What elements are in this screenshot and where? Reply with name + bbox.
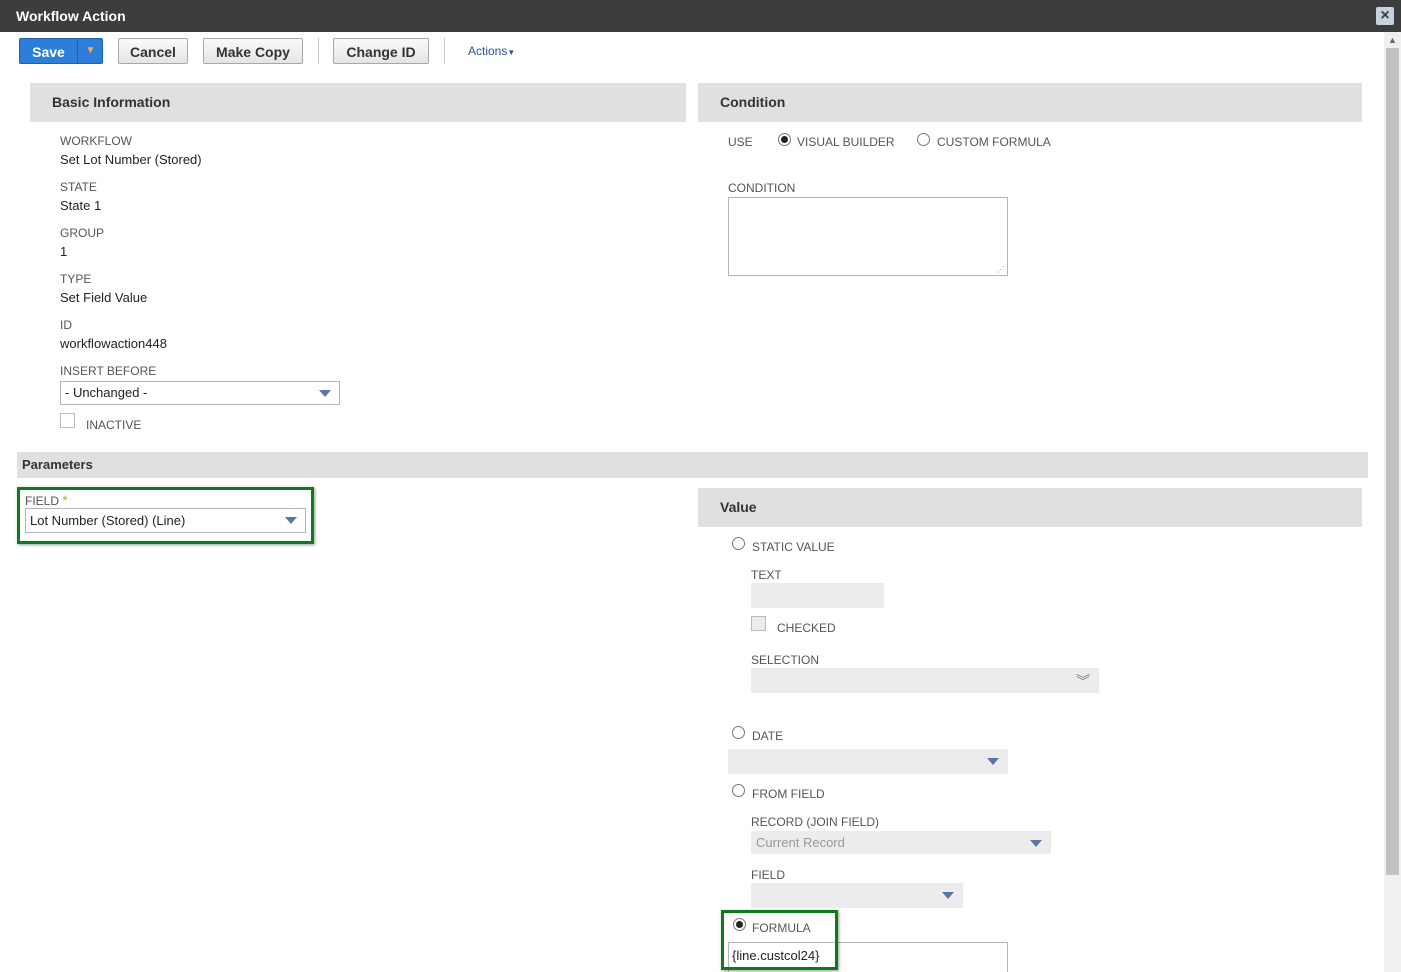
required-mark: *	[62, 492, 68, 508]
window-title: Workflow Action	[16, 8, 126, 24]
date-label: DATE	[752, 729, 784, 743]
close-icon[interactable]: ×	[1376, 7, 1394, 25]
actions-menu[interactable]: Actions▼	[468, 44, 515, 58]
field-select[interactable]: Lot Number (Stored) (Line)	[25, 508, 306, 533]
record-join-field-placeholder: Current Record	[756, 835, 845, 850]
inactive-checkbox[interactable]	[60, 413, 75, 428]
insert-before-label: INSERT BEFORE	[60, 364, 157, 378]
from-field-field-select[interactable]	[751, 883, 963, 908]
chevron-down-icon	[987, 758, 999, 765]
actions-label: Actions	[468, 44, 508, 58]
save-button-label: Save	[32, 44, 65, 60]
selection-label: SELECTION	[751, 653, 820, 667]
static-value-label: STATIC VALUE	[752, 540, 835, 554]
inactive-label: INACTIVE	[86, 418, 142, 432]
toolbar-divider	[444, 38, 445, 64]
id-label: ID	[60, 318, 72, 332]
scrollbar-thumb[interactable]	[1386, 48, 1399, 875]
resize-handle-icon[interactable]: ⋰	[997, 265, 1005, 274]
visual-builder-label: VISUAL BUILDER	[797, 135, 895, 149]
chevron-down-icon	[1030, 840, 1042, 847]
condition-textarea[interactable]: ⋰	[728, 197, 1008, 276]
insert-before-value: - Unchanged -	[65, 385, 148, 400]
type-label: TYPE	[60, 272, 92, 286]
change-id-button[interactable]: Change ID	[333, 38, 429, 64]
workflow-label: WORKFLOW	[60, 134, 132, 148]
state-value: State 1	[60, 198, 102, 213]
field-label-text: FIELD	[25, 494, 60, 508]
formula-radio[interactable]	[733, 918, 746, 931]
parameters-header: Parameters	[17, 452, 1368, 478]
record-join-field-select[interactable]: Current Record	[751, 831, 1051, 854]
static-value-radio[interactable]	[732, 537, 745, 550]
toolbar-divider	[318, 38, 319, 64]
type-value: Set Field Value	[60, 290, 148, 305]
checked-label: CHECKED	[777, 621, 836, 635]
condition-header: Condition	[698, 83, 1362, 122]
custom-formula-radio[interactable]	[917, 133, 930, 146]
chevron-down-icon	[285, 517, 297, 524]
group-value: 1	[60, 244, 68, 259]
save-button[interactable]: Save ▼	[19, 38, 103, 64]
date-radio[interactable]	[732, 726, 745, 739]
date-select[interactable]	[728, 749, 1008, 774]
save-dropdown-icon[interactable]: ▼	[77, 39, 103, 63]
text-label: TEXT	[751, 568, 782, 582]
selection-select[interactable]: ︾	[751, 668, 1099, 693]
from-field-field-label: FIELD	[751, 868, 786, 882]
value-header: Value	[698, 488, 1362, 527]
window-titlebar: Workflow Action ×	[0, 0, 1401, 32]
formula-value: {line.custcol24}	[732, 948, 820, 963]
caret-down-icon: ▼	[507, 48, 516, 57]
checked-checkbox[interactable]	[751, 616, 766, 631]
from-field-radio[interactable]	[732, 784, 745, 797]
chevron-down-icon	[942, 892, 954, 899]
custom-formula-label: CUSTOM FORMULA	[937, 135, 1051, 149]
chevron-down-icon	[319, 390, 331, 397]
group-label: GROUP	[60, 226, 105, 240]
formula-label: FORMULA	[752, 921, 811, 935]
text-input[interactable]	[751, 583, 884, 608]
state-label: STATE	[60, 180, 97, 194]
field-label: FIELD *	[25, 492, 68, 508]
basic-information-header: Basic Information	[30, 83, 686, 122]
cancel-button[interactable]: Cancel	[118, 38, 188, 64]
double-chevron-down-icon: ︾	[1076, 673, 1090, 689]
use-label: USE	[728, 135, 753, 149]
from-field-label: FROM FIELD	[752, 787, 825, 801]
record-join-field-label: RECORD (JOIN FIELD)	[751, 815, 880, 829]
make-copy-button[interactable]: Make Copy	[203, 38, 303, 64]
scroll-up-icon[interactable]: ▲	[1387, 35, 1398, 45]
field-select-value: Lot Number (Stored) (Line)	[30, 513, 186, 528]
id-value: workflowaction448	[60, 336, 167, 351]
condition-label: CONDITION	[728, 181, 796, 195]
workflow-value: Set Lot Number (Stored)	[60, 152, 202, 167]
insert-before-select[interactable]: - Unchanged -	[60, 381, 340, 405]
visual-builder-radio[interactable]	[778, 133, 791, 146]
